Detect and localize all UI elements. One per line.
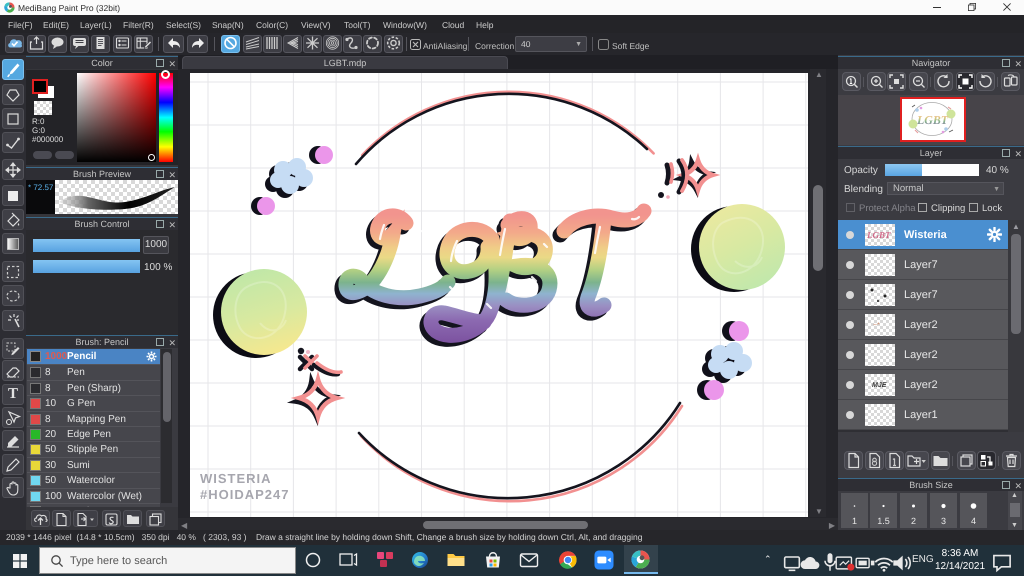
svg-text:LGBT: LGBT bbox=[916, 113, 949, 127]
svg-text:WISTERIA: WISTERIA bbox=[200, 471, 272, 486]
svg-text:#HOIDAP247: #HOIDAP247 bbox=[200, 487, 289, 502]
svg-text:MJE: MJE bbox=[872, 382, 887, 389]
svg-text:~*: ~* bbox=[873, 322, 880, 329]
svg-text:LGBT: LGBT bbox=[866, 230, 891, 240]
